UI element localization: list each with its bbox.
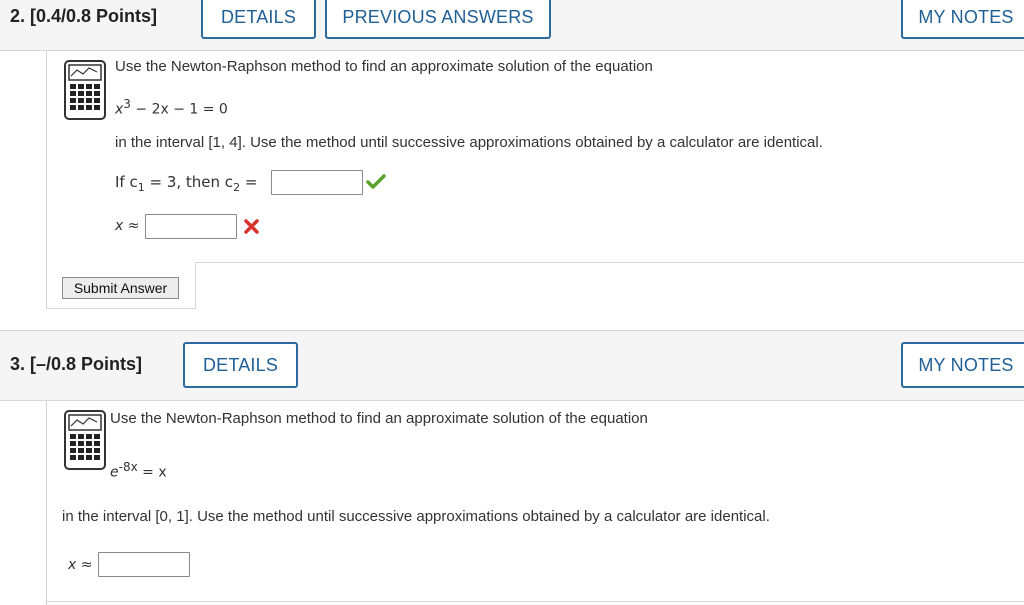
submit-answer-button[interactable]: Submit Answer <box>62 277 179 299</box>
q3-body-left-border <box>46 400 47 605</box>
q3-points-label: 3. [–/0.8 Points] <box>10 354 143 374</box>
q2-previous-answers-button[interactable]: PREVIOUS ANSWERS <box>325 0 551 39</box>
q2-x-label: x ≈ <box>115 218 140 234</box>
q2-instruction-text: in the interval [1, 4]. Use the method u… <box>115 134 823 151</box>
q2-intro-text: Use the Newton-Raphson method to find an… <box>115 58 653 75</box>
q2-my-notes-button[interactable]: MY NOTES <box>901 0 1024 39</box>
q2-c1-sub: 1 <box>137 181 145 194</box>
q3-details-button[interactable]: DETAILS <box>183 342 298 388</box>
q2-c-prompt: If c1 = 3, then c2 = <box>115 173 257 194</box>
q2-x-input[interactable] <box>145 214 237 239</box>
q3-my-notes-button[interactable]: MY NOTES <box>901 342 1024 388</box>
q2-details-button[interactable]: DETAILS <box>201 0 316 39</box>
checkmark-icon <box>366 174 386 195</box>
q2-c2-sub: 2 <box>233 181 241 194</box>
q2-points-label: 2. [0.4/0.8 Points] <box>10 6 158 26</box>
q2-c-prefix: If c <box>115 173 138 191</box>
calculator-icon[interactable] <box>64 410 106 475</box>
q3-header-divider <box>0 400 1024 401</box>
q3-eq-base: e <box>110 464 119 481</box>
q3-eq-rest: = x <box>137 464 167 481</box>
q2-body-left-border <box>46 50 47 308</box>
q2-c2-input[interactable] <box>271 170 363 195</box>
q2-equation: x3 − 2x − 1 = 0 <box>115 97 228 118</box>
q3-x-input[interactable] <box>98 552 190 577</box>
q2-eq-exponent: 3 <box>123 97 131 111</box>
q2-c-mid: = 3, then c <box>144 173 234 191</box>
q2-submit-area-left <box>195 262 196 308</box>
cross-icon <box>243 218 260 240</box>
q2-bottom-divider <box>46 308 196 309</box>
q3-header-band <box>0 330 1024 401</box>
calculator-icon[interactable] <box>64 60 106 125</box>
q2-submit-area-top <box>195 262 1024 263</box>
q3-bottom-divider <box>46 601 1024 602</box>
q3-equation: e-8x = x <box>110 460 167 481</box>
q2-header-divider <box>0 50 1024 51</box>
q2-c-suffix: = <box>240 173 258 191</box>
q3-x-label: x ≈ <box>68 557 93 573</box>
q3-intro-text: Use the Newton-Raphson method to find an… <box>110 410 648 427</box>
q3-eq-exponent: -8x <box>118 460 138 474</box>
q2-eq-rest: − 2x − 1 = 0 <box>130 101 228 118</box>
q3-instruction-text: in the interval [0, 1]. Use the method u… <box>62 508 770 525</box>
